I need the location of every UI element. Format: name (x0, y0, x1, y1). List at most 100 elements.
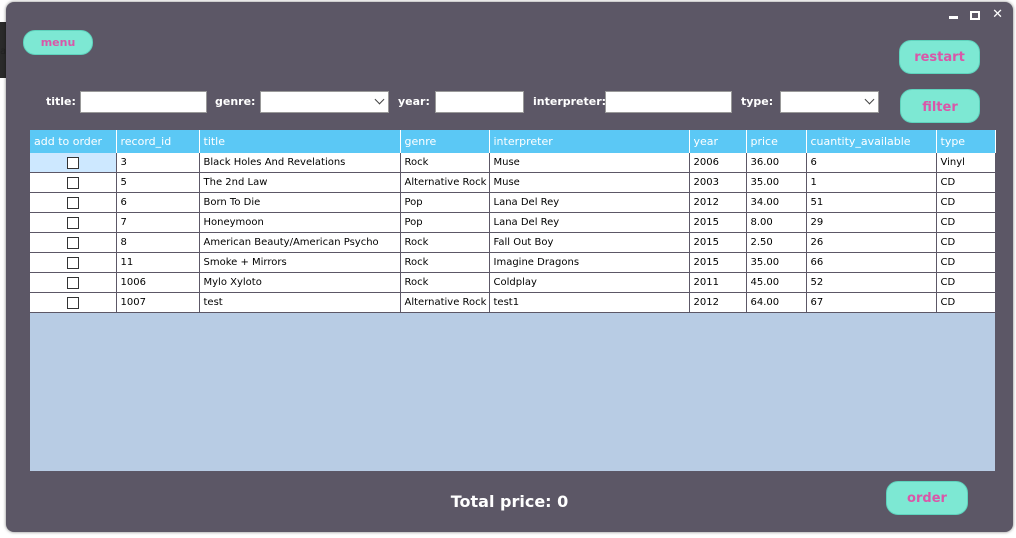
table-row[interactable]: 11 Smoke + Mirrors Rock Imagine Dragons 2015… (30, 252, 996, 273)
cuantity-available-cell[interactable]: 26 (806, 232, 937, 253)
column-header[interactable]: cuantity_available (806, 130, 937, 153)
cuantity-available-cell[interactable]: 66 (806, 252, 937, 273)
add-to-order-checkbox[interactable] (66, 276, 79, 289)
record-id-cell[interactable]: 8 (116, 232, 200, 253)
add-to-order-checkbox[interactable] (66, 216, 79, 229)
table-row[interactable]: 1007 test Alternative Rock test1 2012 64.00 67… (30, 292, 996, 313)
add-to-order-cell[interactable] (30, 292, 117, 313)
table-row[interactable]: 7 Honeymoon Pop Lana Del Rey 2015 8.00 29 CD (30, 212, 996, 233)
interpreter-cell[interactable]: Muse (489, 153, 690, 173)
interpreter-cell[interactable]: Coldplay (489, 272, 690, 293)
year-cell[interactable]: 2006 (689, 153, 747, 173)
add-to-order-checkbox[interactable] (66, 296, 79, 309)
year-cell[interactable]: 2012 (689, 192, 747, 213)
genre-cell[interactable]: Alternative Rock (400, 292, 490, 313)
close-button[interactable]: ✕ (992, 8, 1003, 22)
record-id-cell[interactable]: 3 (116, 153, 200, 173)
table-row[interactable]: 3 Black Holes And Revelations Rock Muse 2006… (30, 153, 996, 173)
add-to-order-cell[interactable] (30, 252, 117, 273)
record-id-cell[interactable]: 7 (116, 212, 200, 233)
add-to-order-cell[interactable] (30, 212, 117, 233)
type-cell[interactable]: CD (936, 232, 996, 253)
type-cell[interactable]: CD (936, 192, 996, 213)
add-to-order-cell[interactable] (30, 272, 117, 293)
add-to-order-cell[interactable] (30, 232, 117, 253)
column-header[interactable]: price (746, 130, 807, 153)
genre-cell[interactable]: Rock (400, 272, 490, 293)
price-cell[interactable]: 34.00 (746, 192, 807, 213)
type-cell[interactable]: Vinyl (936, 153, 996, 173)
title-filter-input[interactable] (80, 91, 207, 113)
price-cell[interactable]: 45.00 (746, 272, 807, 293)
column-header[interactable]: title (199, 130, 401, 153)
column-header[interactable]: genre (400, 130, 490, 153)
title-cell[interactable]: American Beauty/American Psycho (199, 232, 401, 253)
genre-filter-select[interactable] (260, 91, 389, 113)
menu-button[interactable]: menu (23, 30, 93, 55)
table-row[interactable]: 5 The 2nd Law Alternative Rock Muse 2003 35.0… (30, 172, 996, 193)
record-id-cell[interactable]: 6 (116, 192, 200, 213)
cuantity-available-cell[interactable]: 52 (806, 272, 937, 293)
column-header[interactable]: interpreter (489, 130, 690, 153)
table-row[interactable]: 8 American Beauty/American Psycho Rock Fall… (30, 232, 996, 253)
maximize-button[interactable] (970, 8, 980, 23)
column-header[interactable]: add to order (30, 130, 117, 153)
title-cell[interactable]: test (199, 292, 401, 313)
type-cell[interactable]: CD (936, 252, 996, 273)
column-header[interactable]: year (689, 130, 747, 153)
interpreter-cell[interactable]: Fall Out Boy (489, 232, 690, 253)
filter-button[interactable]: filter (900, 89, 980, 123)
price-cell[interactable]: 64.00 (746, 292, 807, 313)
table-row[interactable]: 1006 Mylo Xyloto Rock Coldplay 2011 45.00 52 CD (30, 272, 996, 293)
interpreter-cell[interactable]: Lana Del Rey (489, 192, 690, 213)
title-cell[interactable]: Mylo Xyloto (199, 272, 401, 293)
year-cell[interactable]: 2015 (689, 212, 747, 233)
year-filter-input[interactable] (435, 91, 524, 113)
year-cell[interactable]: 2003 (689, 172, 747, 193)
type-cell[interactable]: CD (936, 272, 996, 293)
genre-cell[interactable]: Rock (400, 232, 490, 253)
year-cell[interactable]: 2015 (689, 232, 747, 253)
price-cell[interactable]: 2.50 (746, 232, 807, 253)
record-id-cell[interactable]: 1007 (116, 292, 200, 313)
title-cell[interactable]: Smoke + Mirrors (199, 252, 401, 273)
title-cell[interactable]: The 2nd Law (199, 172, 401, 193)
type-filter-select[interactable] (780, 91, 879, 113)
price-cell[interactable]: 36.00 (746, 153, 807, 173)
add-to-order-cell[interactable] (30, 172, 117, 193)
type-cell[interactable]: CD (936, 212, 996, 233)
title-cell[interactable]: Born To Die (199, 192, 401, 213)
cuantity-available-cell[interactable]: 29 (806, 212, 937, 233)
year-cell[interactable]: 2011 (689, 272, 747, 293)
add-to-order-checkbox[interactable] (66, 156, 79, 169)
interpreter-cell[interactable]: Imagine Dragons (489, 252, 690, 273)
add-to-order-checkbox[interactable] (66, 176, 79, 189)
type-cell[interactable]: CD (936, 172, 996, 193)
record-id-cell[interactable]: 5 (116, 172, 200, 193)
genre-cell[interactable]: Pop (400, 212, 490, 233)
records-grid[interactable]: add to order record_id title genre inter… (30, 130, 996, 471)
add-to-order-cell[interactable] (30, 153, 117, 173)
cuantity-available-cell[interactable]: 1 (806, 172, 937, 193)
price-cell[interactable]: 8.00 (746, 212, 807, 233)
genre-cell[interactable]: Rock (400, 153, 490, 173)
cuantity-available-cell[interactable]: 51 (806, 192, 937, 213)
year-cell[interactable]: 2012 (689, 292, 747, 313)
year-cell[interactable]: 2015 (689, 252, 747, 273)
interpreter-cell[interactable]: test1 (489, 292, 690, 313)
title-cell[interactable]: Black Holes And Revelations (199, 153, 401, 173)
add-to-order-checkbox[interactable] (66, 236, 79, 249)
minimize-button[interactable] (949, 8, 958, 22)
table-row[interactable]: 6 Born To Die Pop Lana Del Rey 2012 34.00 51 CD (30, 192, 996, 213)
interpreter-cell[interactable]: Lana Del Rey (489, 212, 690, 233)
record-id-cell[interactable]: 11 (116, 252, 200, 273)
cuantity-available-cell[interactable]: 6 (806, 153, 937, 173)
add-to-order-checkbox[interactable] (66, 196, 79, 209)
restart-button[interactable]: restart (899, 40, 980, 74)
add-to-order-cell[interactable] (30, 192, 117, 213)
genre-cell[interactable]: Rock (400, 252, 490, 273)
add-to-order-checkbox[interactable] (66, 256, 79, 269)
interpreter-filter-input[interactable] (605, 91, 732, 113)
column-header[interactable]: type (936, 130, 996, 153)
record-id-cell[interactable]: 1006 (116, 272, 200, 293)
